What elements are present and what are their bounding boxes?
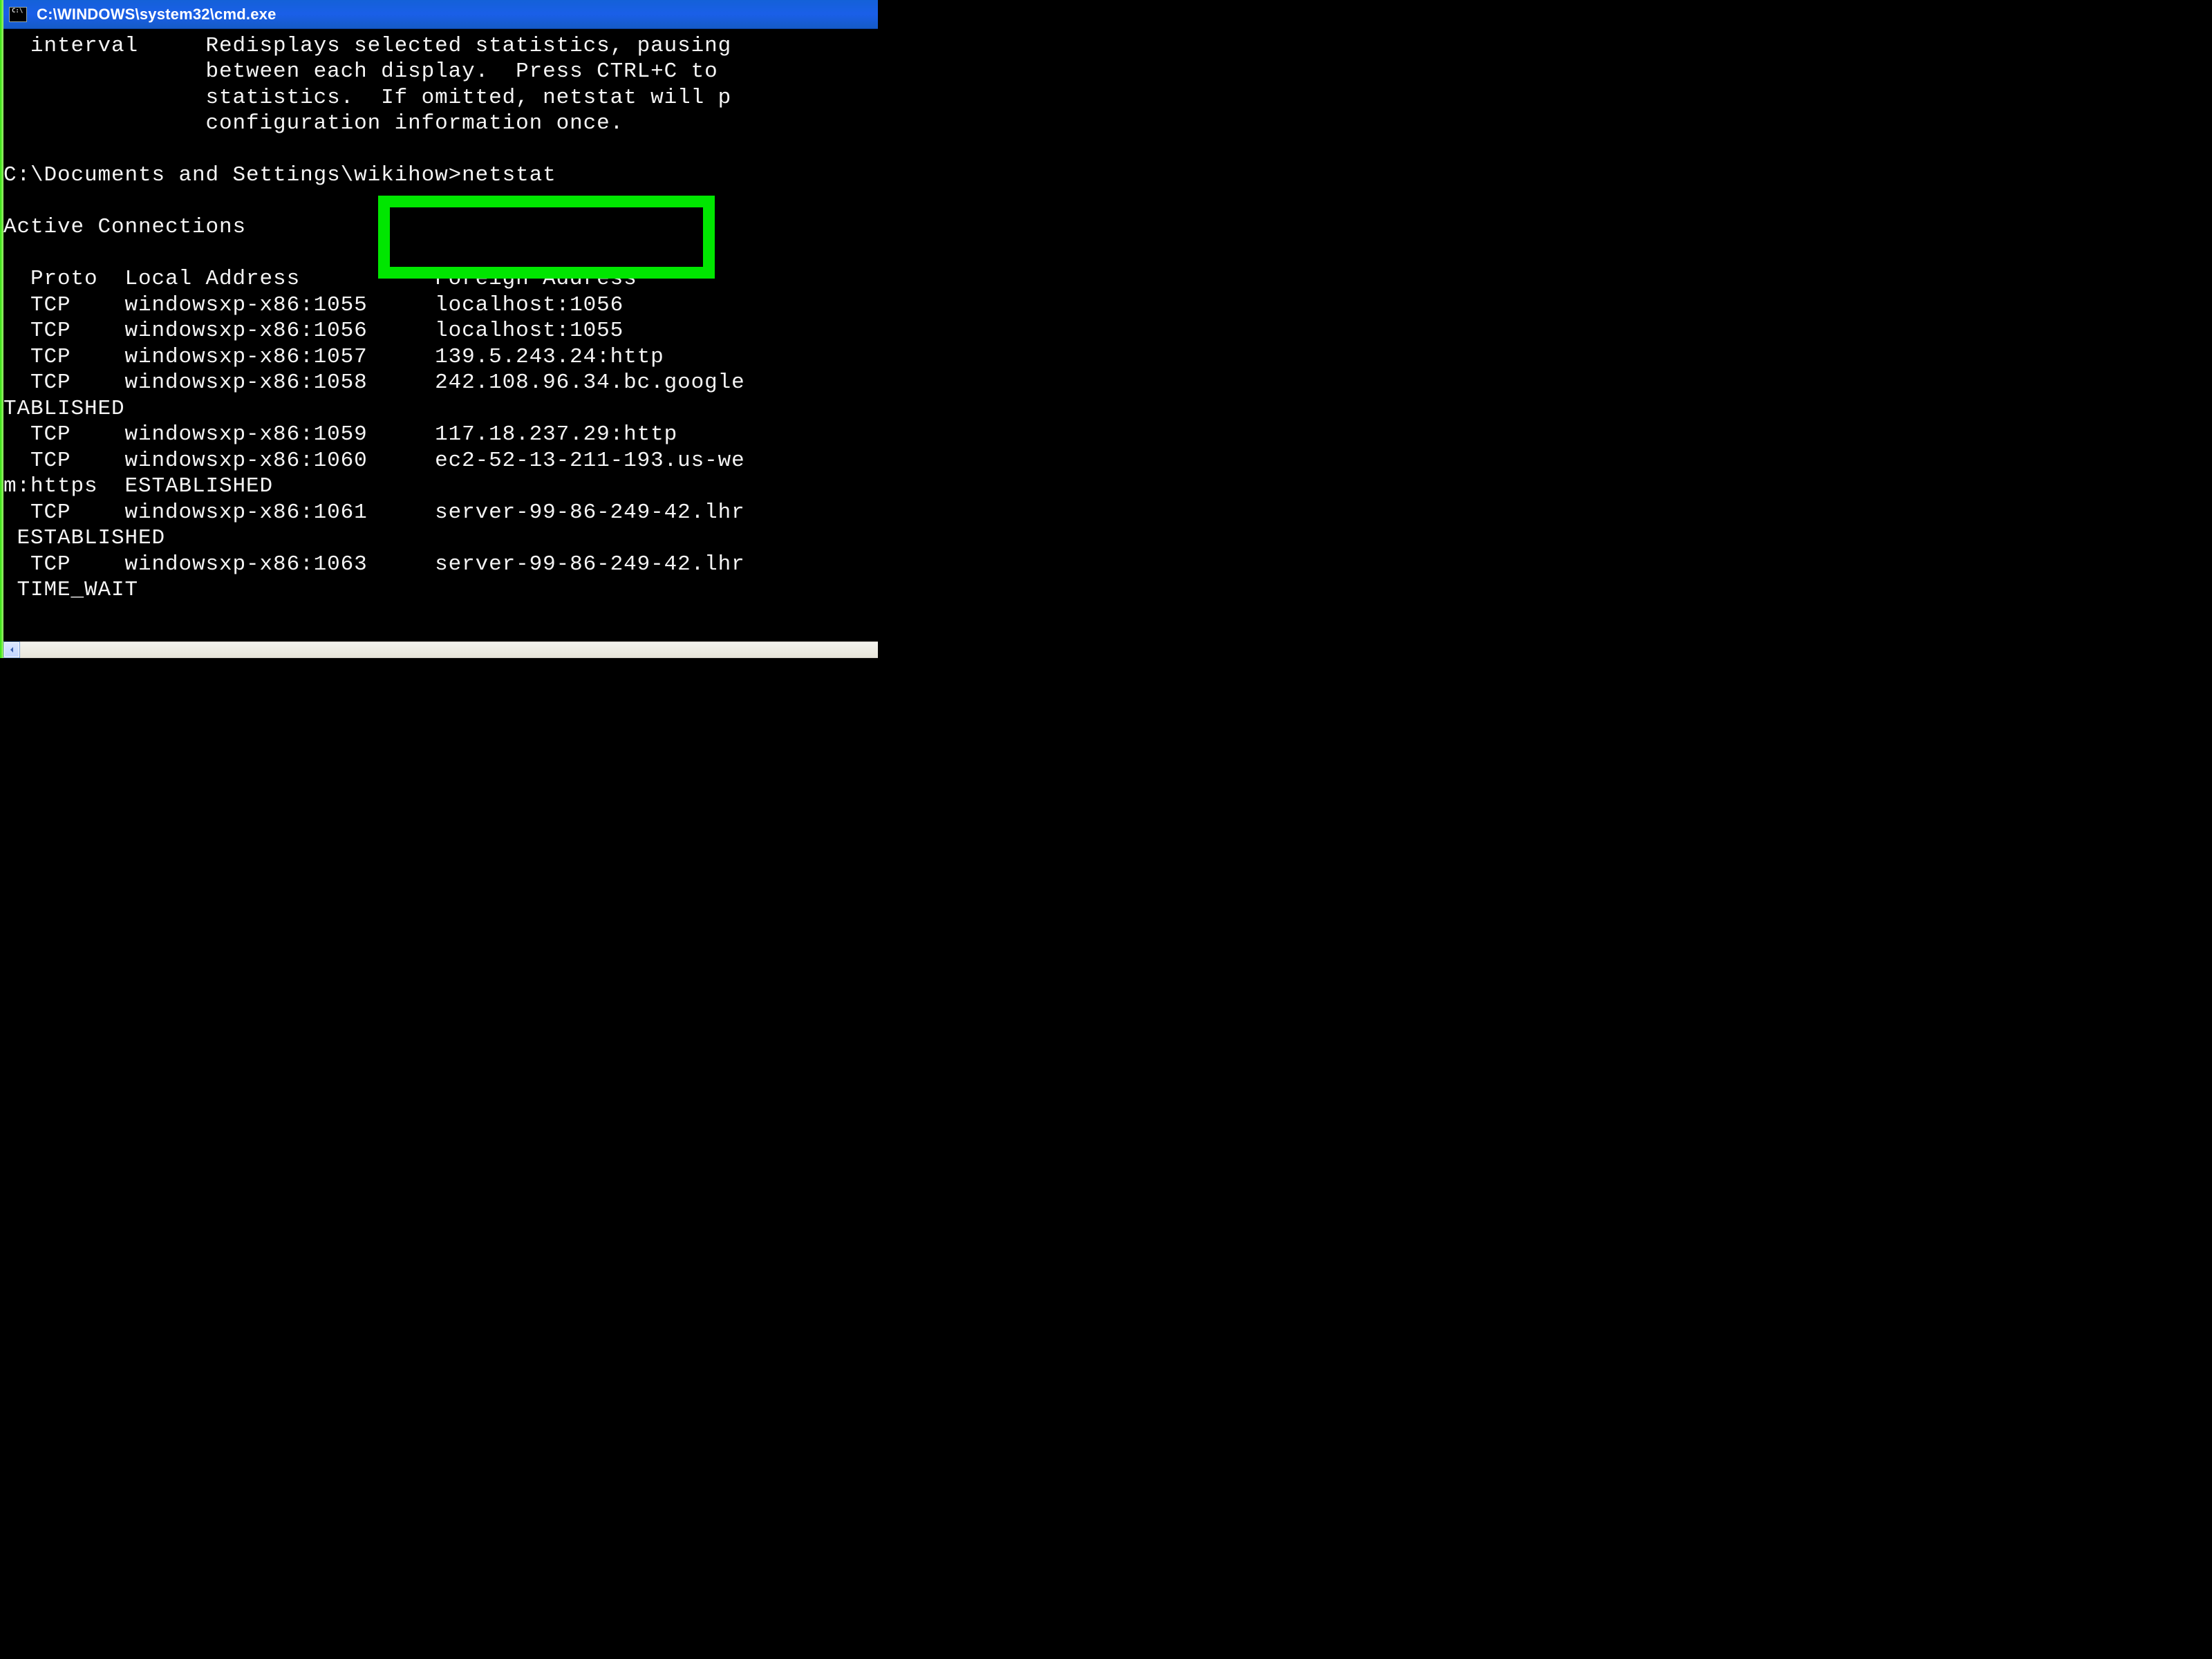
connection-row: TCP windowsxp-x86:1057 139.5.243.24:http [3, 345, 745, 369]
terminal-viewport[interactable]: port for all executables. interval Redis… [3, 30, 878, 646]
connection-row: TIME_WAIT [3, 578, 138, 602]
help-line: interval Redisplays selected statistics,… [3, 34, 731, 58]
connection-row: ESTABLISHED [3, 526, 165, 550]
connection-row: TCP windowsxp-x86:1058 242.108.96.34.bc.… [3, 371, 745, 395]
connection-row: m:https ESTABLISHED [3, 474, 273, 498]
connection-row: TCP windowsxp-x86:1056 localhost:1055 [3, 319, 624, 343]
h-scroll-track[interactable] [20, 641, 878, 658]
connection-row: TCP windowsxp-x86:1063 server-99-86-249-… [3, 552, 745, 577]
help-line: between each display. Press CTRL+C to [3, 59, 731, 84]
help-line: statistics. If omitted, netstat will p [3, 86, 731, 110]
prompt-line: C:\Documents and Settings\wikihow>netsta… [3, 163, 556, 187]
titlebar[interactable]: C:\ C:\WINDOWS\system32\cmd.exe [3, 0, 878, 29]
connection-row: TCP windowsxp-x86:1055 localhost:1056 [3, 293, 624, 317]
connection-row: TCP windowsxp-x86:1061 server-99-86-249-… [3, 500, 745, 525]
connection-row: TCP windowsxp-x86:1059 117.18.237.29:htt… [3, 422, 677, 447]
scroll-left-button[interactable] [3, 641, 20, 658]
output-header: Active Connections [3, 215, 246, 239]
terminal-content: port for all executables. interval Redis… [3, 30, 745, 603]
help-line: port for all executables. [3, 30, 543, 32]
connection-row: TCP windowsxp-x86:1060 ec2-52-13-211-193… [3, 449, 745, 473]
window-title: C:\WINDOWS\system32\cmd.exe [37, 6, 276, 24]
help-line: configuration information once. [3, 111, 624, 135]
columns-header: Proto Local Address Foreign Address [3, 267, 637, 291]
connection-row: TABLISHED [3, 397, 125, 421]
horizontal-scrollbar[interactable] [3, 641, 878, 658]
scroll-left-icon [8, 646, 15, 653]
window-left-edge [0, 0, 3, 658]
cmd-icon: C:\ [9, 7, 27, 22]
